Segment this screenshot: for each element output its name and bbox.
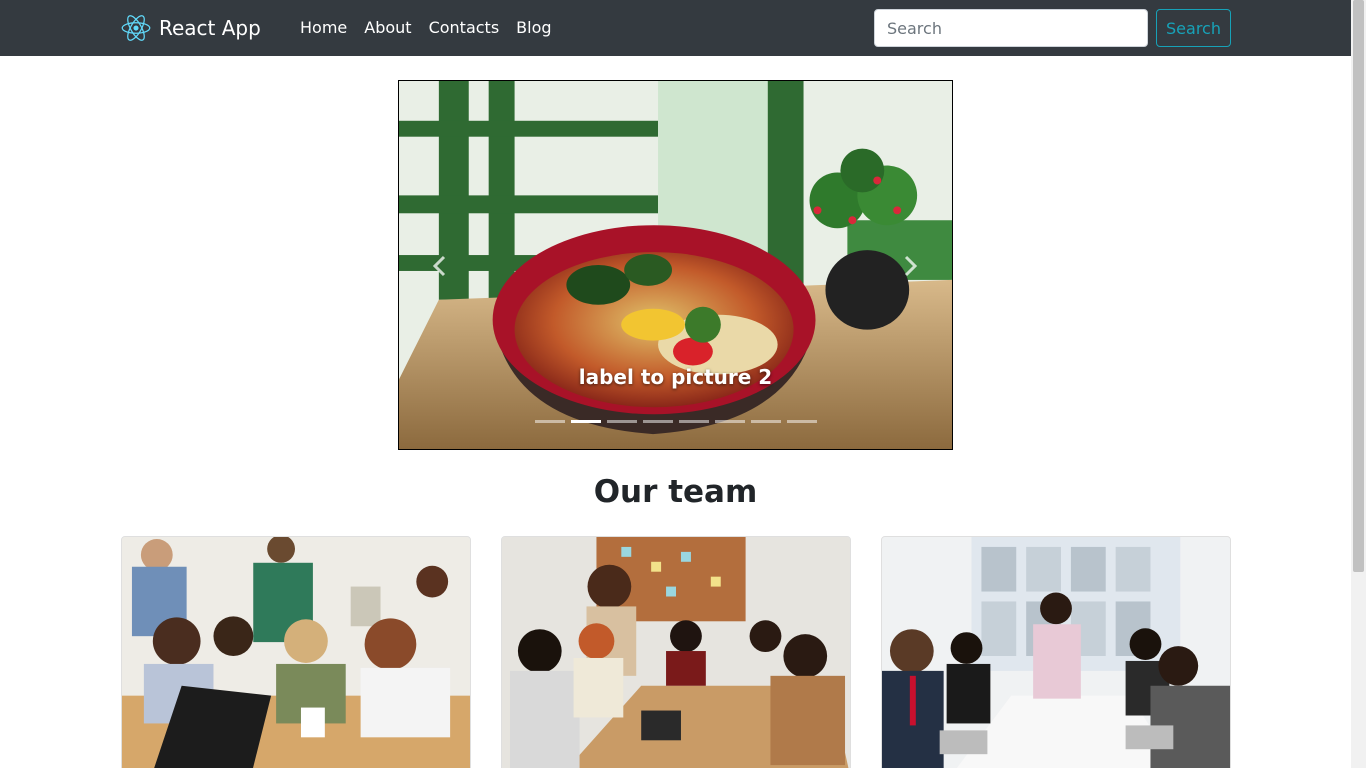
nav-link-home[interactable]: Home: [300, 16, 347, 40]
nav-link-about[interactable]: About: [364, 16, 411, 40]
brand-name: React App: [159, 16, 261, 40]
react-logo-icon: [121, 15, 151, 41]
team-card-2[interactable]: [501, 536, 851, 768]
carousel-next-control[interactable]: [895, 251, 925, 281]
nav-link-contacts[interactable]: Contacts: [429, 16, 500, 40]
carousel-indicators: [399, 420, 952, 423]
image-carousel: label to picture 2: [398, 80, 953, 450]
team-card-image: [502, 537, 850, 768]
carousel-indicator[interactable]: [642, 420, 673, 423]
team-card-3[interactable]: [881, 536, 1231, 768]
carousel-indicator[interactable]: [786, 420, 817, 423]
chevron-right-icon: [904, 255, 918, 277]
search-button[interactable]: Search: [1156, 9, 1231, 47]
carousel-indicator[interactable]: [534, 420, 565, 423]
carousel-indicator[interactable]: [714, 420, 745, 423]
carousel-indicator[interactable]: [750, 420, 781, 423]
carousel-slide-image: [399, 81, 952, 449]
team-card-1[interactable]: [121, 536, 471, 768]
search-input[interactable]: [874, 9, 1148, 47]
carousel-indicator[interactable]: [570, 420, 601, 423]
team-heading: Our team: [593, 474, 758, 510]
carousel-indicator[interactable]: [606, 420, 637, 423]
carousel-prev-control[interactable]: [425, 251, 455, 281]
team-card-image: [122, 537, 470, 768]
carousel-indicator[interactable]: [678, 420, 709, 423]
carousel-caption: label to picture 2: [578, 365, 773, 389]
team-card-image: [882, 537, 1230, 768]
nav-link-blog[interactable]: Blog: [516, 16, 551, 40]
chevron-left-icon: [432, 255, 446, 277]
nav-links: Home About Contacts Blog: [300, 16, 552, 40]
navbar: React App Home About Contacts Blog Searc…: [0, 0, 1351, 56]
page-scrollbar[interactable]: [1351, 0, 1366, 768]
scrollbar-thumb[interactable]: [1353, 0, 1364, 572]
navbar-brand[interactable]: React App: [121, 12, 261, 44]
